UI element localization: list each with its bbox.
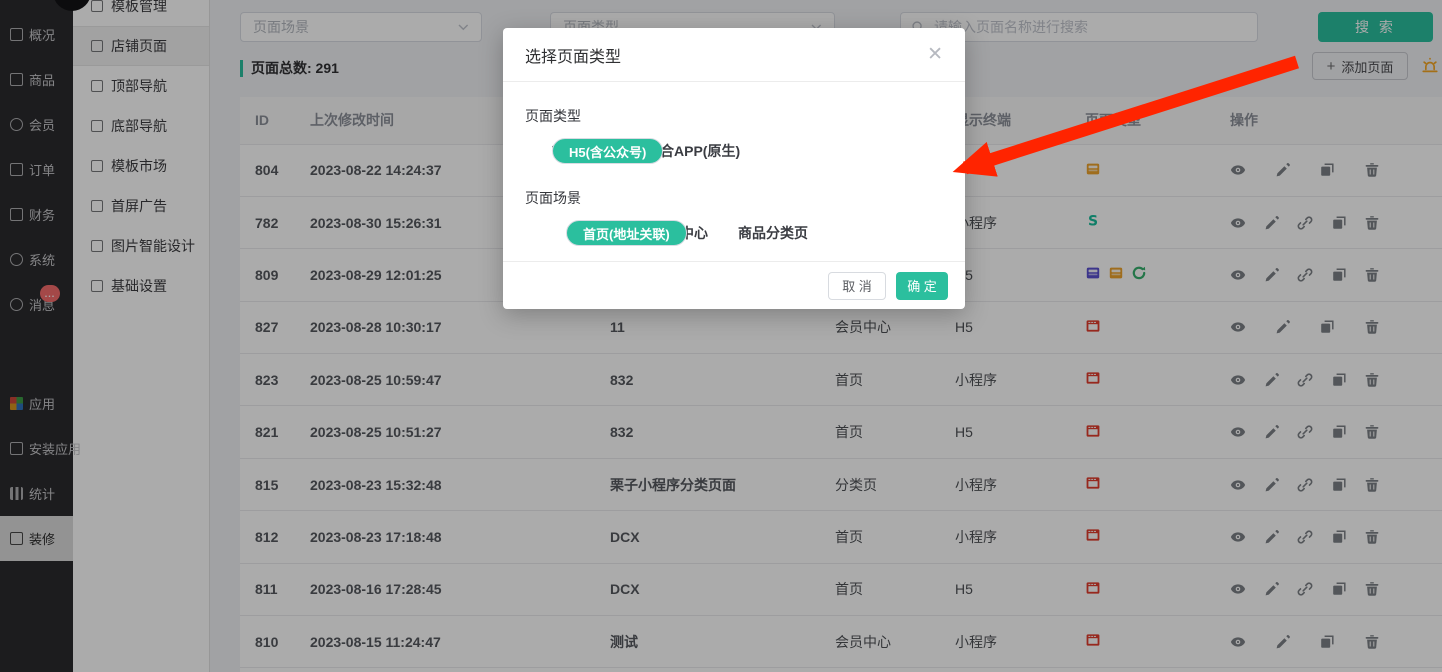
modal-title: 选择页面类型: [525, 43, 621, 67]
modal-option-row: 普通页面会员中心商品分类页首页(地址关联): [566, 220, 965, 246]
modal-body: 页面类型H5(含公众号)微信小程序聚合APP(原生)页面场景普通页面会员中心商品…: [503, 109, 965, 246]
option-h5[interactable]: H5(含公众号): [552, 138, 663, 164]
cancel-button[interactable]: 取 消: [828, 272, 886, 300]
select-page-type-modal: 选择页面类型 ✕ 页面类型H5(含公众号)微信小程序聚合APP(原生)页面场景普…: [503, 28, 965, 309]
modal-footer: 取 消 确 定: [503, 261, 965, 309]
confirm-button[interactable]: 确 定: [896, 272, 948, 300]
close-icon[interactable]: ✕: [927, 45, 943, 64]
option-home-address[interactable]: 首页(地址关联): [566, 220, 687, 246]
modal-section-label: 页面类型: [525, 109, 965, 124]
modal-option-row: H5(含公众号)微信小程序聚合APP(原生): [552, 138, 965, 164]
modal-header: 选择页面类型 ✕: [503, 28, 965, 82]
modal-section-label: 页面场景: [525, 191, 965, 206]
option-goods-category[interactable]: 商品分类页: [738, 223, 808, 243]
